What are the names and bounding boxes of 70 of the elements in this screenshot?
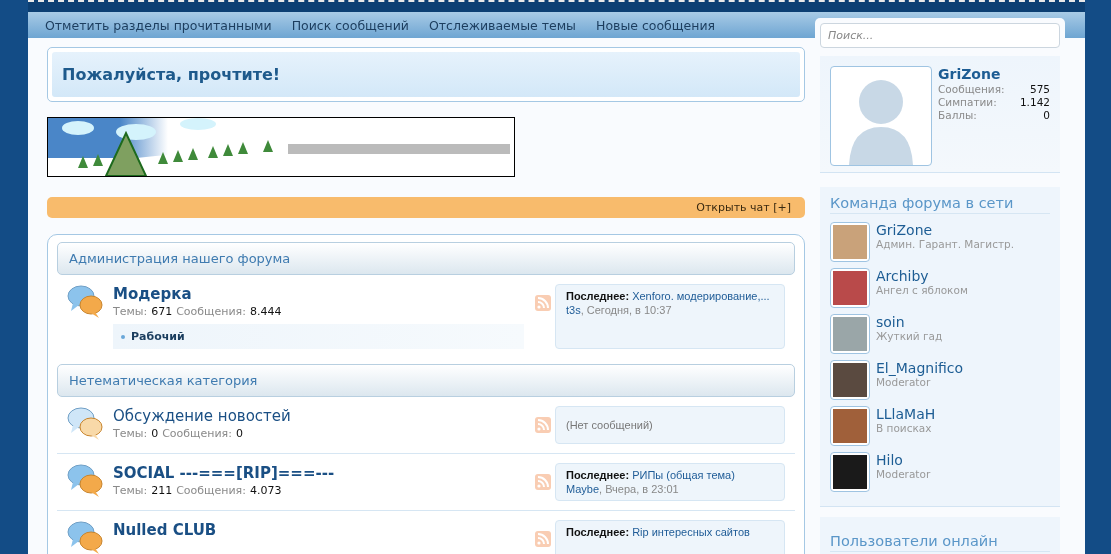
username[interactable]: GriZone (938, 66, 1050, 82)
nav-link[interactable]: Поиск сообщений (291, 17, 409, 33)
chat-bar[interactable]: Открыть чат [+] (47, 197, 805, 218)
forum-title-link[interactable]: SOCIAL ---===[RIP]===--- (113, 464, 335, 482)
stat-label: Сообщения: (176, 305, 246, 318)
rss-icon[interactable] (535, 295, 551, 311)
stat-value: 1.142 (1019, 96, 1050, 108)
rss-icon[interactable] (535, 531, 551, 547)
nav-link[interactable]: Отметить разделы прочитанными (45, 17, 272, 33)
stat-value: 8.444 (249, 305, 282, 318)
search-field[interactable]: Поиск... (820, 23, 1060, 48)
member-title: Админ. Гарант. Магистр. (876, 238, 1015, 250)
stat-value: 0 (151, 427, 159, 440)
subforum-link[interactable]: Рабочий (131, 330, 185, 343)
rss-icon[interactable] (535, 417, 551, 433)
forum-title-link[interactable]: Модерка (113, 285, 192, 303)
forum-title-link[interactable]: Nulled CLUB (113, 521, 217, 539)
nav-link[interactable]: Новые сообщения (596, 17, 716, 33)
category-header[interactable]: Нетематическая категория (57, 364, 795, 397)
forum-title-link[interactable]: Обсуждение новостей (113, 407, 291, 425)
last-post-label: Последнее: (566, 469, 630, 481)
speech-bubbles-icon (67, 406, 103, 440)
stat-label: Темы: (113, 305, 148, 318)
stat-label: Баллы: (938, 109, 977, 121)
last-post-link[interactable]: Xenforo. модерирование,... (632, 290, 770, 302)
stat-value: 0 (235, 427, 243, 440)
stat-value: 211 (151, 484, 173, 497)
speech-bubbles-icon (67, 463, 103, 497)
member-title: В поисках (876, 422, 933, 434)
member-title: Ангел с яблоком (876, 284, 968, 296)
username-link[interactable]: t3s (566, 304, 581, 316)
member-title: Жуткий гад (876, 330, 943, 342)
stat-label: Симпатии: (938, 96, 997, 108)
category-header[interactable]: Администрация нашего форума (57, 242, 795, 275)
stat-label: Сообщения: (162, 427, 232, 440)
stat-label: Темы: (113, 427, 148, 440)
speech-bubbles-icon (67, 520, 103, 554)
stat-value: 575 (1029, 83, 1050, 95)
member-name-link[interactable]: Archiby (876, 268, 968, 284)
last-post-label: Последнее: (566, 526, 630, 538)
avatar-block[interactable] (830, 360, 870, 400)
member-name-link[interactable]: GriZone (876, 222, 1015, 238)
post-date: , Сегодня, в 10:37 (580, 304, 672, 316)
stat-value: 671 (151, 305, 173, 318)
last-post-link[interactable]: РИПы (общая тема) (632, 469, 735, 481)
bullet-icon (121, 334, 125, 339)
member-name-link[interactable]: LLlaMaH (876, 406, 936, 422)
speech-bubbles-icon (67, 284, 103, 318)
stat-value: 0 (1043, 109, 1050, 121)
last-post-link[interactable]: Rip интересных сайтов (632, 526, 750, 538)
avatar-silhouette[interactable] (830, 66, 932, 166)
section-heading: Пользователи онлайн (830, 533, 1050, 552)
post-date: , Вчера, в 23:01 (599, 483, 679, 495)
username-link[interactable]: Maybe (566, 483, 600, 495)
stat-label: Сообщения: (938, 83, 1005, 95)
empty-text: (Нет сообщений) (566, 418, 654, 432)
member-name-link[interactable]: Hilo (876, 452, 931, 468)
section-heading: Команда форума в сети (830, 195, 1050, 214)
rss-icon[interactable] (535, 474, 551, 490)
stat-label: Темы: (113, 484, 148, 497)
member-name-link[interactable]: soin (876, 314, 943, 330)
stat-label: Сообщения: (176, 484, 246, 497)
last-post-label: Последнее: (566, 290, 630, 302)
notice-title: Пожалуйста, прочтите! (52, 52, 800, 97)
member-title: Moderator (876, 376, 932, 388)
member-title: Moderator (876, 468, 931, 480)
nav-link[interactable]: Отслеживаемые темы (429, 17, 576, 33)
avatar-block[interactable] (830, 452, 870, 492)
stat-value: 4.073 (249, 484, 282, 497)
member-name-link[interactable]: El_Magnifico (876, 360, 964, 376)
